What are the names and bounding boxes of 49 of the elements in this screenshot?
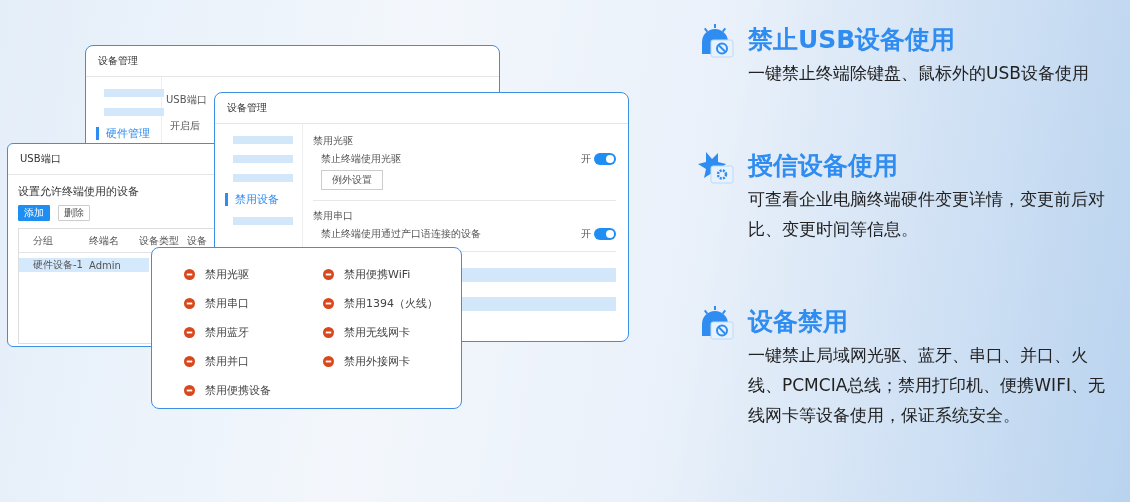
section-label: USB端口	[166, 93, 207, 107]
blocked-item: 禁用蓝牙	[205, 325, 249, 340]
blocked-item: 禁用并口	[205, 354, 249, 369]
blocked-item: 禁用无线网卡	[344, 325, 410, 340]
feature-title: 禁止USB设备使用	[748, 24, 957, 56]
blocked-icon	[323, 327, 334, 338]
window-title: 设备管理	[86, 46, 499, 77]
feature-description: 一键禁止终端除键盘、鼠标外的USB设备使用	[748, 62, 1090, 85]
blocked-item: 禁用便携WiFi	[344, 267, 411, 282]
sidebar-item[interactable]: 硬件管理	[96, 127, 161, 140]
feature-title: 设备禁用	[748, 306, 849, 338]
section-label: 禁用串口	[313, 209, 354, 223]
table-row[interactable]: 硬件设备-1 Admin	[19, 258, 149, 272]
blocked-icon	[323, 356, 334, 367]
blocked-item: 禁用光驱	[205, 267, 249, 282]
table-cell: Admin	[89, 259, 121, 271]
blocked-icon	[184, 327, 195, 338]
window-title: 设备管理	[215, 93, 628, 124]
feature-description: 可查看企业电脑终端硬件变更详情，变更前后对比、变更时间等信息。	[748, 188, 1106, 241]
switch-label: 开	[581, 152, 591, 166]
blocked-icon	[323, 269, 334, 280]
column-header: 终端名	[89, 233, 119, 248]
setting-text: 禁止终端使用光驱	[321, 152, 401, 166]
blocked-item: 禁用便携设备	[205, 383, 271, 398]
gear-card-icon	[698, 150, 734, 184]
feature-title: 授信设备使用	[748, 150, 899, 182]
exception-settings-button[interactable]: 例外设置	[321, 170, 383, 190]
switch-label: 开	[581, 227, 591, 241]
column-header: 分组	[33, 233, 53, 248]
setting-text: 禁止终端使用通过产口语连接的设备	[321, 227, 481, 241]
feature-description: 一键禁止局域网光驱、蓝牙、串口、并口、火线、PCMCIA总线；禁用打印机、便携WIFI、无线网卡等设备使用，保证系统安全。	[748, 344, 1106, 427]
blocked-icon	[184, 356, 195, 367]
blocked-item: 禁用1394（火线）	[344, 296, 438, 311]
blocked-icon	[184, 269, 195, 280]
toggle-switch[interactable]	[594, 153, 616, 165]
blocked-item: 禁用串口	[205, 296, 249, 311]
blocked-icon	[184, 385, 195, 396]
table-cell: 硬件设备-1	[33, 258, 83, 272]
sidebar-item[interactable]: 禁用设备	[225, 193, 302, 206]
setting-text: 开启后	[169, 119, 201, 133]
column-header: 设备	[187, 233, 207, 248]
blocked-icon	[323, 298, 334, 309]
add-button[interactable]: 添加	[18, 205, 50, 221]
blocked-item: 禁用外接网卡	[344, 354, 410, 369]
column-header: 设备类型	[139, 233, 179, 248]
toggle-switch[interactable]	[594, 228, 616, 240]
section-label: 禁用光驱	[313, 134, 354, 148]
blocked-icon	[184, 298, 195, 309]
delete-button[interactable]: 删除	[58, 205, 90, 221]
